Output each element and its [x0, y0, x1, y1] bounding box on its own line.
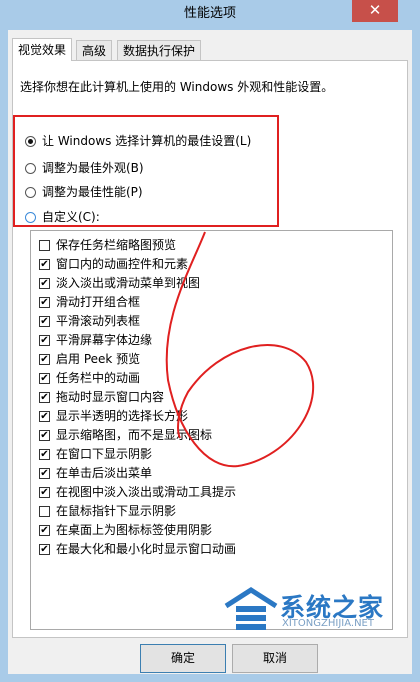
radio-button — [25, 135, 36, 147]
option-label: 窗口内的动画控件和元素 — [56, 257, 189, 271]
radio-label: 让 Windows 选择计算机的最佳设置(L) — [42, 134, 252, 148]
radio-let-windows-choose[interactable]: 让 Windows 选择计算机的最佳设置(L) — [25, 132, 251, 150]
option-label: 在桌面上为图标标签使用阴影 — [56, 523, 213, 537]
option-item[interactable]: ✔ 在视图中淡入淡出或滑动工具提示 — [39, 484, 236, 501]
option-item[interactable]: ✔ 平滑滚动列表框 — [39, 313, 140, 330]
option-label: 在视图中淡入淡出或滑动工具提示 — [56, 485, 237, 499]
radio-button — [25, 211, 36, 223]
tab-visual-effects[interactable]: 视觉效果 — [12, 38, 73, 61]
title-bar: 性能选项 ✕ — [0, 0, 420, 30]
checkbox: ✔ — [39, 278, 50, 289]
option-label: 平滑滚动列表框 — [56, 314, 141, 328]
option-item[interactable]: ✔ 在单击后淡出菜单 — [39, 465, 152, 482]
option-item[interactable]: ✔ 显示半透明的选择长方形 — [39, 408, 188, 425]
option-label: 平滑屏幕字体边缘 — [56, 333, 153, 347]
option-label: 任务栏中的动画 — [56, 371, 141, 385]
option-label: 拖动时显示窗口内容 — [56, 390, 165, 404]
radio-best-appearance[interactable]: 调整为最佳外观(B) — [25, 159, 144, 177]
radio-best-performance[interactable]: 调整为最佳性能(P) — [25, 183, 143, 201]
checkbox: ✔ — [39, 525, 50, 536]
checkbox: ✔ — [39, 354, 50, 365]
option-item[interactable]: ✔ 任务栏中的动画 — [39, 370, 140, 387]
checkbox: ✔ — [39, 544, 50, 555]
tab-advanced[interactable]: 高级 — [76, 40, 113, 60]
option-label: 在单击后淡出菜单 — [56, 466, 153, 480]
option-item[interactable]: ✔ 拖动时显示窗口内容 — [39, 389, 164, 406]
option-item[interactable]: ✔ 在最大化和最小化时显示窗口动画 — [39, 541, 236, 558]
option-item[interactable]: ✔ 窗口内的动画控件和元素 — [39, 256, 188, 273]
checkbox: ✔ — [39, 449, 50, 460]
dialog-body: 视觉效果 高级 数据执行保护 选择你想在此计算机上使用的 Windows 外观和… — [8, 30, 412, 674]
option-label: 在最大化和最小化时显示窗口动画 — [56, 542, 237, 556]
option-label: 滑动打开组合框 — [56, 295, 141, 309]
option-label: 显示缩略图，而不是显示图标 — [56, 428, 213, 442]
checkbox: ✔ — [39, 411, 50, 422]
option-label: 显示半透明的选择长方形 — [56, 409, 189, 423]
option-item[interactable]: 保存任务栏缩略图预览 — [39, 237, 176, 254]
radio-button — [25, 162, 36, 174]
checkbox: ✔ — [39, 297, 50, 308]
option-item[interactable]: ✔ 启用 Peek 预览 — [39, 351, 140, 368]
radio-label: 调整为最佳性能(P) — [42, 185, 143, 199]
option-label: 保存任务栏缩略图预览 — [56, 238, 177, 252]
checkbox: ✔ — [39, 335, 50, 346]
visual-effects-list[interactable]: 保存任务栏缩略图预览 ✔ 窗口内的动画控件和元素 ✔ 淡入淡出或滑动菜单到视图 ✔ 滑… — [30, 230, 393, 630]
radio-label: 调整为最佳外观(B) — [42, 161, 144, 175]
option-item[interactable]: ✔ 淡入淡出或滑动菜单到视图 — [39, 275, 200, 292]
option-label: 淡入淡出或滑动菜单到视图 — [56, 276, 201, 290]
checkbox: ✔ — [39, 430, 50, 441]
option-label: 在窗口下显示阴影 — [56, 447, 153, 461]
ok-button[interactable]: 确定 — [140, 644, 226, 673]
close-button[interactable]: ✕ — [352, 0, 398, 22]
checkbox — [39, 240, 50, 251]
option-item[interactable]: ✔ 在桌面上为图标标签使用阴影 — [39, 522, 212, 539]
option-item[interactable]: ✔ 在窗口下显示阴影 — [39, 446, 152, 463]
option-label: 在鼠标指针下显示阴影 — [56, 504, 177, 518]
option-item[interactable]: ✔ 滑动打开组合框 — [39, 294, 140, 311]
checkbox: ✔ — [39, 487, 50, 498]
option-item[interactable]: 在鼠标指针下显示阴影 — [39, 503, 176, 520]
checkbox — [39, 506, 50, 517]
option-item[interactable]: ✔ 显示缩略图，而不是显示图标 — [39, 427, 212, 444]
checkbox: ✔ — [39, 392, 50, 403]
description-text: 选择你想在此计算机上使用的 Windows 外观和性能设置。 — [20, 80, 334, 94]
checkbox: ✔ — [39, 373, 50, 384]
option-item[interactable]: ✔ 平滑屏幕字体边缘 — [39, 332, 152, 349]
option-label: 启用 Peek 预览 — [56, 352, 141, 366]
checkbox: ✔ — [39, 316, 50, 327]
tab-data-execution-prevention[interactable]: 数据执行保护 — [117, 40, 202, 60]
cancel-button[interactable]: 取消 — [232, 644, 318, 673]
radio-button — [25, 186, 36, 198]
checkbox: ✔ — [39, 468, 50, 479]
radio-label: 自定义(C): — [42, 210, 100, 224]
checkbox: ✔ — [39, 259, 50, 270]
radio-custom[interactable]: 自定义(C): — [25, 208, 100, 226]
